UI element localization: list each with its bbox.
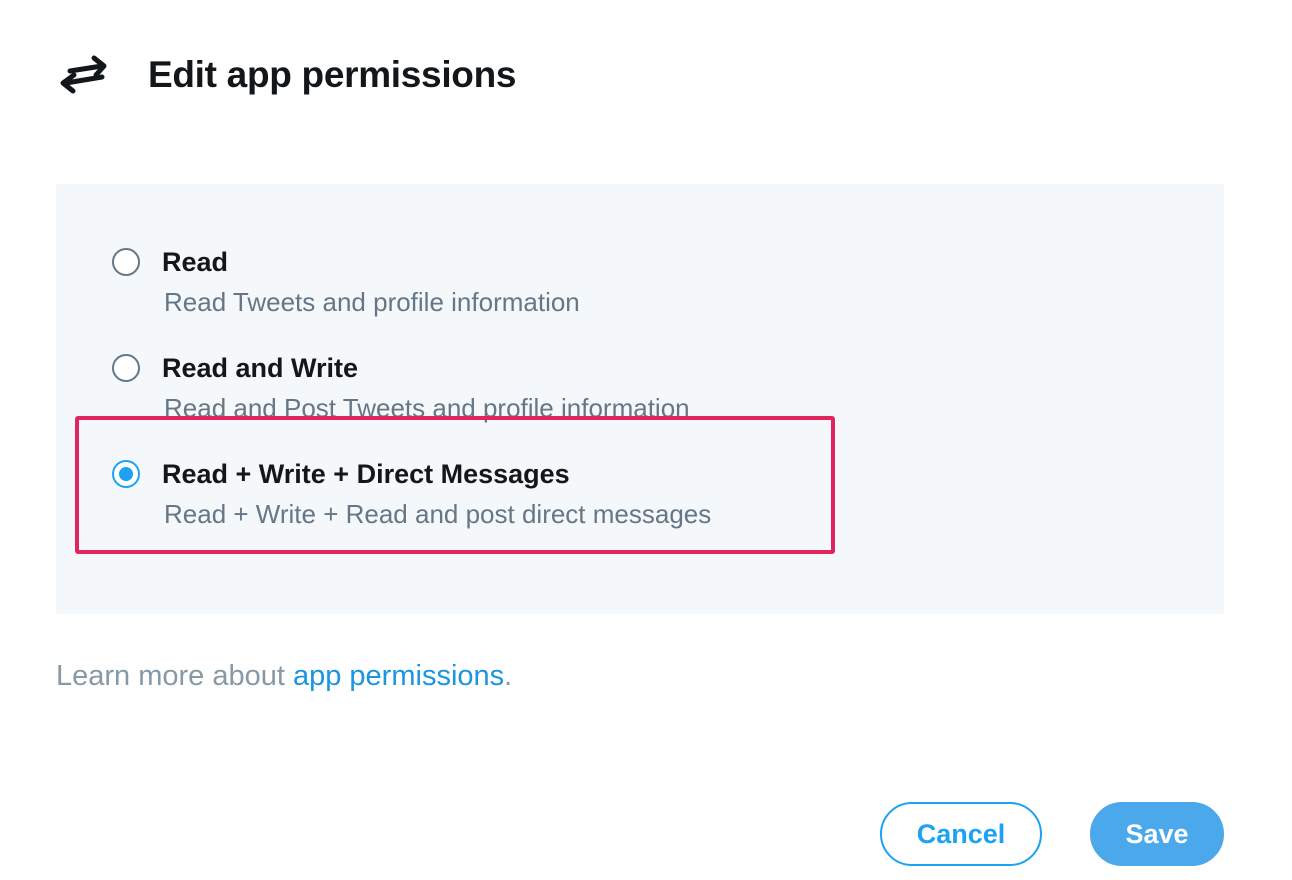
- permission-option-read-write[interactable]: Read and Write Read and Post Tweets and …: [112, 305, 832, 423]
- option-label: Read: [162, 247, 229, 277]
- swap-arrows-icon: [56, 53, 116, 97]
- permissions-panel: Read Read Tweets and profile information…: [56, 184, 1224, 614]
- option-label: Read and Write: [162, 353, 359, 383]
- app-permissions-link[interactable]: app permissions: [293, 660, 504, 692]
- cancel-button[interactable]: Cancel: [880, 802, 1042, 866]
- learn-more-suffix: .: [504, 660, 513, 692]
- page-title: Edit app permissions: [148, 54, 517, 95]
- learn-more-text: Learn more about app permissions.: [56, 660, 512, 693]
- radio-button-read-write[interactable]: [112, 354, 140, 382]
- radio-button-read[interactable]: [112, 248, 140, 276]
- page-header: Edit app permissions: [56, 50, 517, 100]
- option-description: Read + Write + Read and post direct mess…: [164, 499, 712, 529]
- radio-button-read-write-dm[interactable]: [112, 460, 140, 488]
- permission-option-read[interactable]: Read Read Tweets and profile information: [112, 199, 832, 317]
- edit-permissions-page: Edit app permissions Read Read Tweets an…: [0, 0, 1292, 880]
- save-button[interactable]: Save: [1090, 802, 1224, 866]
- learn-more-prefix: Learn more about: [56, 660, 293, 692]
- option-label: Read + Write + Direct Messages: [162, 459, 570, 489]
- permission-option-read-write-dm[interactable]: Read + Write + Direct Messages Read + Wr…: [112, 411, 832, 529]
